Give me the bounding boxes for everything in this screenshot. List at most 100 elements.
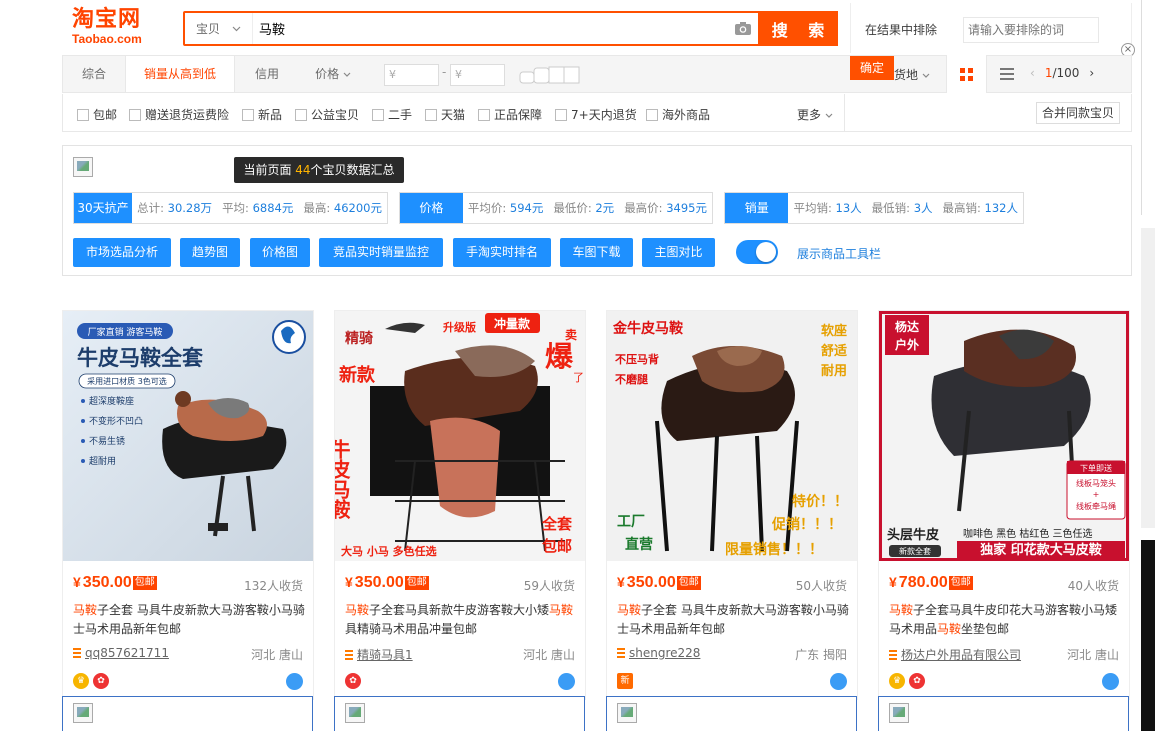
shop-icon bbox=[345, 649, 353, 660]
market-analysis-button[interactable]: 市场选品分析 bbox=[73, 238, 171, 267]
sort-credit[interactable]: 信用 bbox=[235, 56, 299, 92]
checkbox[interactable] bbox=[372, 108, 384, 121]
wangwang-chat-icon[interactable] bbox=[830, 673, 847, 690]
image-bullet: 不变形不凹凸 bbox=[89, 415, 143, 427]
competitor-monitor-button[interactable]: 竞品实时销量监控 bbox=[319, 238, 443, 267]
stat-tag[interactable]: 价格 bbox=[400, 193, 463, 223]
flower-icon[interactable]: ✿ bbox=[909, 673, 925, 689]
new-badge-icon[interactable]: 新 bbox=[617, 673, 633, 689]
product-card[interactable]: 金牛皮马鞍 不压马背 不磨腿 软座 舒适 耐用 特价！！ 促销！！！ 限量销售！… bbox=[606, 310, 858, 700]
product-card[interactable]: 精骑 升级版 冲量款 卖 爆 了 新款 牛皮马鞍 全套 包邮 大马 小马 多色任… bbox=[334, 310, 586, 700]
product-image[interactable]: 精骑 升级版 冲量款 卖 爆 了 新款 牛皮马鞍 全套 包邮 大马 小马 多色任… bbox=[335, 311, 585, 561]
checkbox[interactable] bbox=[425, 108, 437, 121]
shop-icon bbox=[889, 649, 897, 660]
sort-price[interactable]: 价格 bbox=[303, 56, 363, 92]
price-distribution-icon[interactable] bbox=[519, 66, 581, 84]
stat-tag[interactable]: 销量 bbox=[725, 193, 789, 223]
taobao-logo[interactable]: 淘宝网 Taobao.com bbox=[72, 8, 156, 48]
shop-link[interactable]: 杨达户外用品有限公司 bbox=[889, 646, 1021, 663]
price-value: 350.00 bbox=[626, 574, 676, 591]
checkbox[interactable] bbox=[555, 108, 567, 121]
flower-icon[interactable]: ✿ bbox=[93, 673, 109, 689]
checkbox[interactable] bbox=[295, 108, 307, 121]
stat-max: 最高销: 132人 bbox=[938, 200, 1023, 216]
toolbar-toggle[interactable] bbox=[736, 240, 778, 264]
product-image[interactable]: 金牛皮马鞍 不压马背 不磨腿 软座 舒适 耐用 特价！！ 促销！！！ 限量销售！… bbox=[607, 311, 857, 561]
more-filters[interactable]: 更多 bbox=[797, 106, 833, 123]
shop-link[interactable]: shengre228 bbox=[617, 646, 700, 660]
camera-icon[interactable] bbox=[728, 13, 758, 44]
product-card-partial[interactable] bbox=[878, 696, 1129, 731]
filter-return-insurance[interactable]: 赠送退货运费险 bbox=[129, 106, 229, 123]
search-button[interactable]: 搜 索 bbox=[758, 11, 838, 46]
wangwang-chat-icon[interactable] bbox=[286, 673, 303, 690]
filter-label: 公益宝贝 bbox=[311, 108, 360, 122]
main-image-compare-button[interactable]: 主图对比 bbox=[642, 238, 715, 267]
crown-icon[interactable]: ♛ bbox=[73, 673, 89, 689]
product-card[interactable]: 厂家直销 游客马鞍 牛皮马鞍全套 采用进口材质 3色可选 超深度鞍座 不变形不凹… bbox=[62, 310, 314, 700]
wangwang-chat-icon[interactable] bbox=[558, 673, 575, 690]
product-title[interactable]: 马鞍子全套马具牛皮印花大马游客鞍小马矮马术用品马鞍坐垫包邮 bbox=[889, 601, 1125, 639]
filter-new[interactable]: 新品 bbox=[242, 106, 282, 123]
wangwang-chat-icon[interactable] bbox=[1102, 673, 1119, 690]
grid-view-toggle[interactable] bbox=[946, 55, 986, 93]
location-filter[interactable]: 货地 bbox=[894, 66, 930, 83]
image-promo: 促销！！！ bbox=[771, 516, 842, 533]
image-side-text: 新款 bbox=[339, 364, 376, 386]
filter-charity[interactable]: 公益宝贝 bbox=[295, 106, 359, 123]
product-title[interactable]: 马鞍子全套马具新款牛皮游客鞍大小矮马鞍具精骑马术用品冲量包邮 bbox=[345, 601, 581, 639]
stat-value: 132人 bbox=[984, 201, 1018, 215]
sort-sales-desc[interactable]: 销量从高到低 bbox=[125, 56, 235, 92]
stat-label: 最高销: bbox=[942, 201, 981, 215]
flower-icon[interactable]: ✿ bbox=[345, 673, 361, 689]
price-min-input[interactable]: ¥ bbox=[384, 64, 439, 86]
chevron-down-icon bbox=[825, 113, 833, 118]
price-confirm-button[interactable]: 确定 bbox=[850, 56, 894, 80]
title-keyword: 马鞍 bbox=[937, 622, 962, 636]
filter-genuine[interactable]: 正品保障 bbox=[478, 106, 542, 123]
checkbox[interactable] bbox=[478, 108, 490, 121]
chevron-down-icon bbox=[232, 26, 241, 31]
list-view-toggle[interactable] bbox=[986, 55, 1026, 93]
checkbox[interactable] bbox=[77, 108, 89, 121]
title-keyword: 马鞍 bbox=[73, 603, 98, 617]
checkbox[interactable] bbox=[646, 108, 658, 121]
filter-7day-return[interactable]: 7+天内退货 bbox=[555, 106, 637, 123]
product-image[interactable]: 杨达 户外 下单即送 线板马笼头 + 线板牵马绳 头层牛皮 新款全套 咖啡色 黑… bbox=[879, 311, 1129, 561]
stat-label: 最高: bbox=[303, 201, 331, 215]
product-card[interactable]: 杨达 户外 下单即送 线板马笼头 + 线板牵马绳 头层牛皮 新款全套 咖啡色 黑… bbox=[878, 310, 1130, 700]
filter-free-shipping[interactable]: 包邮 bbox=[77, 106, 117, 123]
crown-icon[interactable]: ♛ bbox=[889, 673, 905, 689]
product-card-partial[interactable] bbox=[334, 696, 585, 731]
product-card-partial[interactable] bbox=[62, 696, 313, 731]
product-title[interactable]: 马鞍子全套 马具牛皮新款大马游客鞍小马骑士马术用品新年包邮 bbox=[73, 601, 309, 639]
image-download-button[interactable]: 车图下载 bbox=[560, 238, 633, 267]
price-max-input[interactable]: ¥ bbox=[450, 64, 505, 86]
merge-same-items-button[interactable]: 合并同款宝贝 bbox=[1036, 102, 1120, 124]
shop-link[interactable]: qq857621711 bbox=[73, 646, 169, 660]
prev-page-icon[interactable]: ‹ bbox=[1030, 66, 1035, 80]
stat-max: 最高: 46200元 bbox=[298, 200, 387, 216]
exclude-input[interactable] bbox=[963, 17, 1099, 43]
product-title[interactable]: 马鞍子全套 马具牛皮新款大马游客鞍小马骑士马术用品新年包邮 bbox=[617, 601, 853, 639]
product-image[interactable]: 厂家直销 游客马鞍 牛皮马鞍全套 采用进口材质 3色可选 超深度鞍座 不变形不凹… bbox=[63, 311, 313, 561]
filter-second-hand[interactable]: 二手 bbox=[372, 106, 412, 123]
shop-link[interactable]: 精骑马具1 bbox=[345, 646, 413, 663]
sort-default[interactable]: 综合 bbox=[63, 56, 125, 92]
trend-chart-button[interactable]: 趋势图 bbox=[180, 238, 240, 267]
filter-tmall[interactable]: 天猫 bbox=[425, 106, 465, 123]
checkbox[interactable] bbox=[129, 108, 141, 121]
toggle-knob bbox=[756, 242, 776, 262]
mobile-rank-button[interactable]: 手淘实时排名 bbox=[453, 238, 551, 267]
image-note: + bbox=[1093, 490, 1100, 499]
stat-tag[interactable]: 30天抗产 bbox=[74, 193, 133, 223]
product-card-partial[interactable] bbox=[606, 696, 857, 731]
image-colors: 咖啡色 黑色 枯红色 三色任选 bbox=[963, 527, 1093, 540]
checkbox[interactable] bbox=[242, 108, 254, 121]
image-vertical-text: 牛皮马鞍 bbox=[335, 438, 351, 520]
next-page-icon[interactable]: › bbox=[1089, 66, 1094, 80]
search-input[interactable] bbox=[253, 13, 728, 44]
price-chart-button[interactable]: 价格图 bbox=[250, 238, 310, 267]
filter-overseas[interactable]: 海外商品 bbox=[646, 106, 710, 123]
search-category-select[interactable]: 宝贝 bbox=[185, 13, 253, 44]
